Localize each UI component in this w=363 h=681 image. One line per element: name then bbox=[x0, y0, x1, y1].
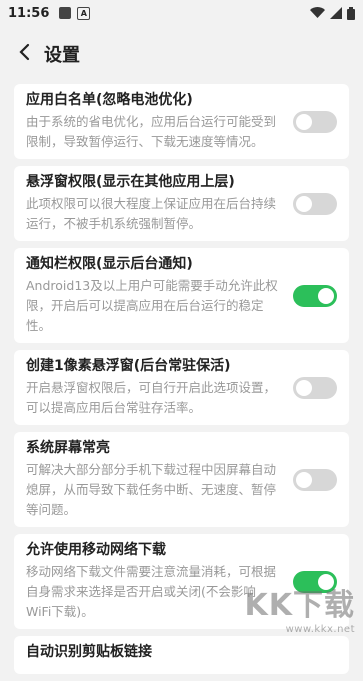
watermark-url: www.kkx.net bbox=[285, 624, 355, 635]
setting-title: 通知栏权限(显示后台通知) bbox=[26, 256, 193, 272]
setting-description: 开启悬浮窗权限后，可自行开启此选项设置，可以提高应用后台常驻存活率。 bbox=[26, 380, 277, 415]
setting-description: 可解决大部分部分手机下载过程中因屏幕自动熄屏，从而导致下载任务中断、无速度、暂停… bbox=[26, 462, 277, 517]
setting-title: 系统屏幕常亮 bbox=[26, 440, 110, 456]
setting-description: 由于系统的省电优化，应用后台运行可能受到限制，导致暂停运行、下载无速度等情况。 bbox=[26, 114, 277, 149]
signal-icon bbox=[330, 7, 342, 19]
setting-title: 自动识别剪贴板链接 bbox=[26, 644, 152, 660]
setting-toggle[interactable] bbox=[293, 468, 337, 491]
setting-description: 此项权限可以很大程度上保证应用在后台持续运行，不被手机系统强制暂停。 bbox=[26, 196, 277, 231]
setting-toggle[interactable] bbox=[293, 192, 337, 215]
setting-card: 悬浮窗权限(显示在其他应用上层) 此项权限可以很大程度上保证应用在后台持续运行，不… bbox=[14, 166, 349, 241]
setting-card: 系统屏幕常亮可解决大部分部分手机下载过程中因屏幕自动熄屏，从而导致下载任务中断、… bbox=[14, 432, 349, 527]
page-title: 设置 bbox=[44, 45, 80, 66]
setting-card: 创建1像素悬浮窗(后台常驻保活) 开启悬浮窗权限后，可自行开启此选项设置，可以提高… bbox=[14, 350, 349, 425]
toggle-knob bbox=[296, 113, 312, 130]
setting-toggle[interactable] bbox=[293, 284, 337, 307]
setting-title: 允许使用移动网络下载 bbox=[26, 542, 166, 558]
a-icon: A bbox=[77, 6, 91, 20]
chevron-left-icon[interactable] bbox=[18, 43, 30, 66]
setting-toggle[interactable] bbox=[293, 110, 337, 133]
wifi-icon bbox=[310, 7, 325, 18]
setting-card: 自动识别剪贴板链接 bbox=[14, 636, 349, 674]
setting-title: 应用白名单(忽略电池优化) bbox=[26, 92, 193, 108]
watermark-logo: KK下载 bbox=[244, 588, 355, 623]
setting-title: 创建1像素悬浮窗(后台常驻保活) bbox=[26, 358, 231, 374]
app-header: 设置 bbox=[0, 26, 363, 82]
square-icon bbox=[59, 7, 72, 19]
setting-toggle[interactable] bbox=[293, 376, 337, 399]
toggle-knob bbox=[296, 379, 312, 396]
setting-title: 悬浮窗权限(显示在其他应用上层) bbox=[26, 174, 235, 190]
status-bar: 11:56 A bbox=[0, 0, 363, 26]
watermark: KK下载 www.kkx.net bbox=[245, 580, 356, 635]
setting-card: 应用白名单(忽略电池优化) 由于系统的省电优化，应用后台运行可能受到限制，导致暂停… bbox=[14, 84, 349, 159]
toggle-knob bbox=[296, 471, 312, 488]
setting-card: 通知栏权限(显示后台通知) Android13及以上用户可能需要手动允许此权限，开… bbox=[14, 248, 349, 343]
battery-icon bbox=[347, 6, 355, 20]
setting-description: Android13及以上用户可能需要手动允许此权限，开启后可以提高应用在后台运行… bbox=[26, 278, 278, 333]
status-time: 11:56 bbox=[8, 5, 50, 21]
toggle-knob bbox=[296, 195, 312, 212]
toggle-knob bbox=[318, 287, 334, 304]
